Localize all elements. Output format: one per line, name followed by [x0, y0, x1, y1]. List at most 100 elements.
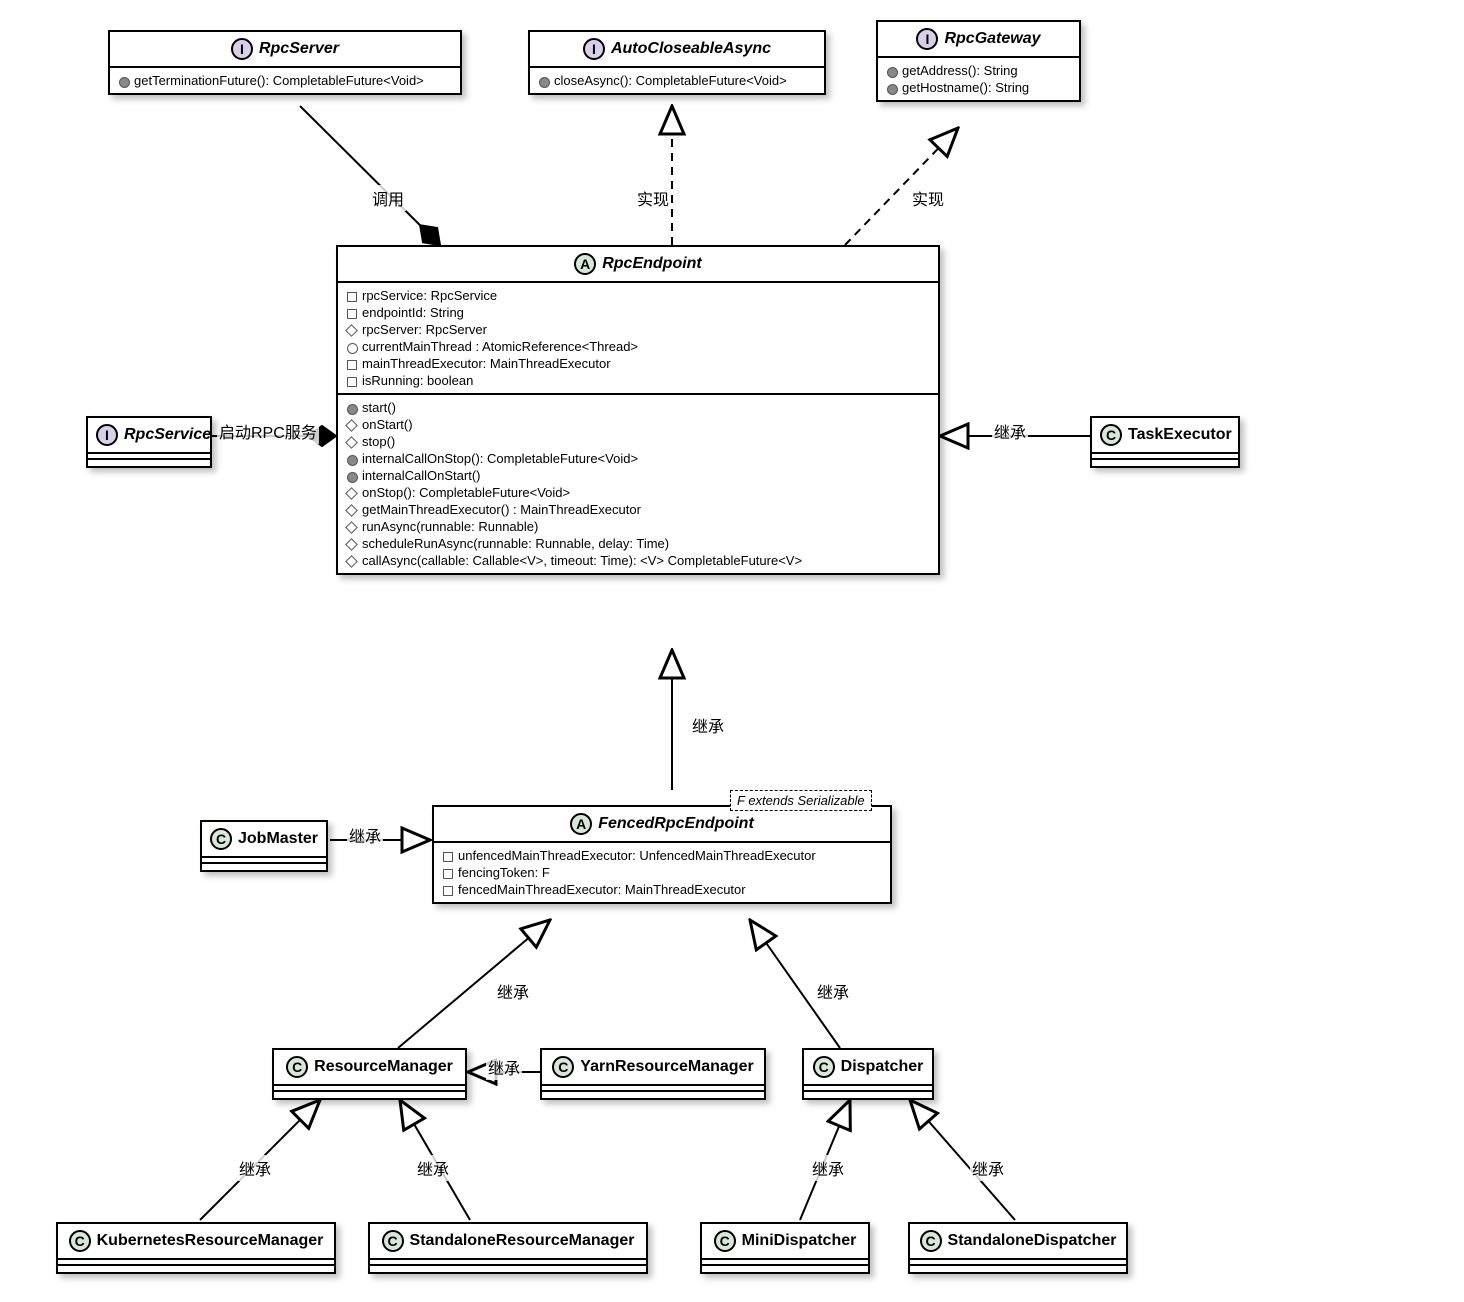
- class-icon: C: [1100, 424, 1122, 446]
- visibility-icon: [118, 76, 130, 88]
- visibility-icon: [346, 522, 358, 534]
- visibility-icon: [346, 556, 358, 568]
- label-inherit-standalone-rm: 继承: [415, 1155, 451, 1181]
- member-row: rpcService: RpcService: [346, 287, 930, 304]
- class-yarn-resource-manager: CYarnResourceManager: [540, 1048, 766, 1100]
- member-signature: currentMainThread : AtomicReference<Thre…: [362, 339, 638, 354]
- label-inherit-mini: 继承: [810, 1155, 846, 1181]
- label-implement-1: 实现: [635, 185, 671, 211]
- member-signature: internalCallOnStop(): CompletableFuture<…: [362, 451, 638, 466]
- class-rpc-gateway: IRpcGateway getAddress(): StringgetHostn…: [876, 20, 1081, 102]
- class-kubernetes-resource-manager: CKubernetesResourceManager: [56, 1222, 336, 1274]
- member-signature: onStop(): CompletableFuture<Void>: [362, 485, 570, 500]
- visibility-icon: [346, 505, 358, 517]
- visibility-icon: [346, 454, 358, 466]
- interface-icon: I: [96, 424, 118, 446]
- member-signature: getAddress(): String: [902, 63, 1018, 78]
- member-row: rpcServer: RpcServer: [346, 321, 930, 338]
- member-row: endpointId: String: [346, 304, 930, 321]
- member-signature: fencingToken: F: [458, 865, 550, 880]
- member-row: getAddress(): String: [886, 62, 1071, 79]
- member-row: unfencedMainThreadExecutor: UnfencedMain…: [442, 847, 882, 864]
- interface-icon: I: [916, 28, 938, 50]
- interface-icon: I: [231, 38, 253, 60]
- label-implement-2: 实现: [910, 185, 946, 211]
- label-start-rpc: 启动RPC服务: [217, 418, 319, 444]
- member-signature: fencedMainThreadExecutor: MainThreadExec…: [458, 882, 746, 897]
- member-signature: endpointId: String: [362, 305, 464, 320]
- label-call: 调用: [370, 185, 406, 211]
- class-rpc-endpoint: ARpcEndpoint rpcService: RpcServiceendpo…: [336, 245, 940, 575]
- visibility-icon: [346, 420, 358, 432]
- member-signature: scheduleRunAsync(runnable: Runnable, del…: [362, 536, 669, 551]
- label-inherit-taskexecutor: 继承: [992, 418, 1028, 444]
- member-row: internalCallOnStop(): CompletableFuture<…: [346, 450, 930, 467]
- member-row: isRunning: boolean: [346, 372, 930, 389]
- visibility-icon: [442, 885, 454, 897]
- visibility-icon: [538, 76, 550, 88]
- member-signature: runAsync(runnable: Runnable): [362, 519, 538, 534]
- visibility-icon: [346, 403, 358, 415]
- member-row: scheduleRunAsync(runnable: Runnable, del…: [346, 535, 930, 552]
- member-row: closeAsync(): CompletableFuture<Void>: [538, 72, 816, 89]
- member-signature: getTerminationFuture(): CompletableFutur…: [134, 73, 424, 88]
- member-signature: closeAsync(): CompletableFuture<Void>: [554, 73, 787, 88]
- class-mini-dispatcher: CMiniDispatcher: [700, 1222, 870, 1274]
- member-signature: mainThreadExecutor: MainThreadExecutor: [362, 356, 611, 371]
- member-signature: onStart(): [362, 417, 413, 432]
- member-row: getTerminationFuture(): CompletableFutur…: [118, 72, 452, 89]
- class-rpc-service: IRpcService: [86, 416, 212, 468]
- visibility-icon: [886, 66, 898, 78]
- member-row: fencingToken: F: [442, 864, 882, 881]
- class-icon: C: [552, 1056, 574, 1078]
- class-icon: C: [714, 1230, 736, 1252]
- member-signature: getHostname(): String: [902, 80, 1029, 95]
- visibility-icon: [346, 471, 358, 483]
- label-inherit-yarn: 继承: [486, 1054, 522, 1080]
- visibility-icon: [346, 359, 358, 371]
- class-fenced-rpc-endpoint: AFencedRpcEndpoint unfencedMainThreadExe…: [432, 805, 892, 904]
- visibility-icon: [346, 342, 358, 354]
- visibility-icon: [346, 291, 358, 303]
- class-standalone-resource-manager: CStandaloneResourceManager: [368, 1222, 648, 1274]
- class-task-executor: CTaskExecutor: [1090, 416, 1240, 468]
- class-icon: C: [813, 1056, 835, 1078]
- abstract-icon: A: [570, 813, 592, 835]
- visibility-icon: [346, 325, 358, 337]
- class-icon: C: [286, 1056, 308, 1078]
- member-row: runAsync(runnable: Runnable): [346, 518, 930, 535]
- visibility-icon: [346, 488, 358, 500]
- member-row: internalCallOnStart(): [346, 467, 930, 484]
- member-signature: internalCallOnStart(): [362, 468, 481, 483]
- member-signature: start(): [362, 400, 396, 415]
- abstract-icon: A: [574, 253, 596, 275]
- label-inherit-standalone-d: 继承: [970, 1155, 1006, 1181]
- member-row: onStop(): CompletableFuture<Void>: [346, 484, 930, 501]
- visibility-icon: [346, 376, 358, 388]
- member-row: mainThreadExecutor: MainThreadExecutor: [346, 355, 930, 372]
- member-row: start(): [346, 399, 930, 416]
- visibility-icon: [346, 437, 358, 449]
- visibility-icon: [442, 851, 454, 863]
- class-icon: C: [920, 1230, 942, 1252]
- interface-icon: I: [583, 38, 605, 60]
- member-signature: unfencedMainThreadExecutor: UnfencedMain…: [458, 848, 816, 863]
- class-standalone-dispatcher: CStandaloneDispatcher: [908, 1222, 1128, 1274]
- member-signature: isRunning: boolean: [362, 373, 473, 388]
- visibility-icon: [346, 539, 358, 551]
- member-row: callAsync(callable: Callable<V>, timeout…: [346, 552, 930, 569]
- member-row: currentMainThread : AtomicReference<Thre…: [346, 338, 930, 355]
- member-signature: callAsync(callable: Callable<V>, timeout…: [362, 553, 802, 568]
- member-signature: rpcService: RpcService: [362, 288, 497, 303]
- label-inherit-fenced: 继承: [690, 712, 726, 738]
- connectors-layer: [0, 0, 1464, 1302]
- class-resource-manager: CResourceManager: [272, 1048, 467, 1100]
- visibility-icon: [886, 83, 898, 95]
- member-row: fencedMainThreadExecutor: MainThreadExec…: [442, 881, 882, 898]
- label-inherit-k8s: 继承: [237, 1155, 273, 1181]
- class-icon: C: [210, 828, 232, 850]
- class-rpc-server: IRpcServer getTerminationFuture(): Compl…: [108, 30, 462, 95]
- member-signature: getMainThreadExecutor() : MainThreadExec…: [362, 502, 641, 517]
- class-dispatcher: CDispatcher: [802, 1048, 934, 1100]
- note-fenced-generic: F extends Serializable: [730, 790, 872, 811]
